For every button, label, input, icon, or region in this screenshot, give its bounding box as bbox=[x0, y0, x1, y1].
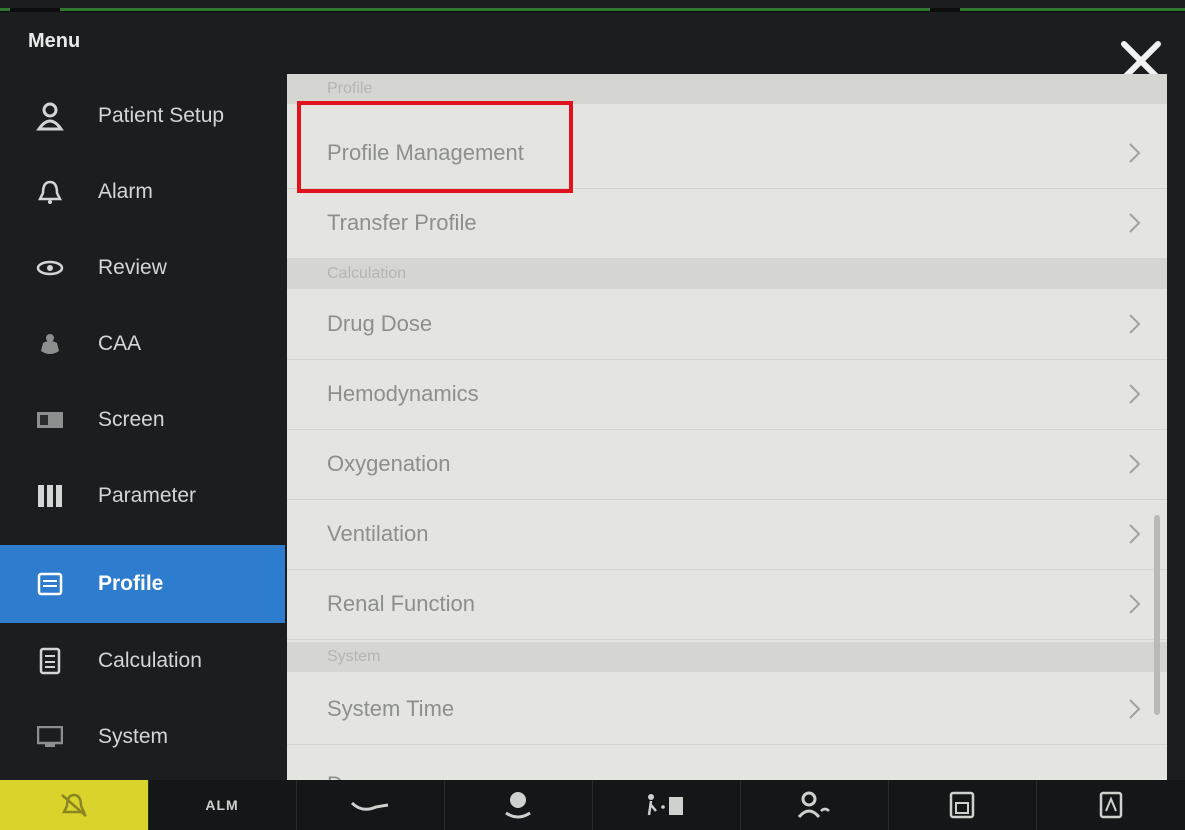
alarm-pause-icon: ALM bbox=[205, 797, 239, 813]
print-icon bbox=[1099, 791, 1122, 819]
chevron-right-icon bbox=[1129, 699, 1141, 719]
save-button[interactable] bbox=[888, 780, 1037, 830]
highlight-box bbox=[297, 101, 573, 193]
sidebar-item-label: Parameter bbox=[98, 484, 197, 507]
sidebar-item-profile[interactable]: Profile bbox=[0, 545, 285, 623]
nibp-button[interactable] bbox=[296, 780, 445, 830]
menu-sidebar: Patient Setup Alarm Review CAA Screen Pa… bbox=[0, 78, 285, 778]
chevron-right-icon bbox=[1129, 213, 1141, 233]
chevron-right-icon bbox=[1129, 524, 1141, 544]
sidebar-item-calculation[interactable]: Calculation bbox=[0, 623, 285, 699]
sidebar-item-label: Patient Setup bbox=[98, 104, 225, 127]
chevron-right-icon bbox=[1129, 143, 1141, 163]
sidebar-item-label: System bbox=[98, 725, 169, 748]
sidebar-item-patient-setup[interactable]: Patient Setup bbox=[0, 78, 285, 154]
row-label: Oxygenation bbox=[327, 451, 451, 476]
sidebar-item-label: Alarm bbox=[98, 180, 153, 203]
section-header-calculation: Calculation bbox=[287, 259, 1167, 289]
menu-title: Menu bbox=[28, 30, 81, 52]
menu-row-ventilation[interactable]: Ventilation bbox=[287, 499, 1167, 570]
sidebar-item-label: Profile bbox=[98, 572, 164, 595]
bell-icon bbox=[32, 174, 68, 210]
chevron-right-icon bbox=[1129, 454, 1141, 474]
row-label: Renal Function bbox=[327, 591, 475, 616]
menu-row-renal-function[interactable]: Renal Function bbox=[287, 569, 1167, 640]
row-label: Hemodynamics bbox=[327, 381, 479, 406]
cardiac-icon bbox=[505, 792, 531, 819]
person-icon bbox=[32, 98, 68, 134]
quick-key-bar: ALM bbox=[0, 780, 1185, 830]
row-label: System Time bbox=[327, 696, 455, 721]
sidebar-item-screen[interactable]: Screen bbox=[0, 382, 285, 458]
row-label: Ventilation bbox=[327, 521, 429, 546]
row-label: Drug Dose bbox=[327, 311, 433, 336]
alarm-pause-button[interactable]: ALM bbox=[148, 780, 297, 830]
save-icon bbox=[949, 791, 975, 819]
sidebar-item-label: Calculation bbox=[98, 649, 202, 672]
monitor-screen: Menu Patient Setup Alarm Review CAA Scre… bbox=[0, 0, 1185, 830]
panel-scrollbar[interactable] bbox=[1154, 515, 1160, 715]
cardiac-button[interactable] bbox=[444, 780, 593, 830]
calculator-icon bbox=[32, 643, 68, 679]
chevron-right-icon bbox=[1129, 384, 1141, 404]
section-header-label: Profile bbox=[327, 80, 373, 97]
sidebar-item-label: Screen bbox=[98, 408, 165, 431]
caa-icon bbox=[32, 326, 68, 362]
review-icon bbox=[32, 250, 68, 286]
patient-transfer-icon bbox=[647, 794, 683, 816]
patient-setup-icon bbox=[797, 791, 830, 819]
alarm-silence-button[interactable] bbox=[0, 780, 149, 830]
chevron-right-icon bbox=[1129, 314, 1141, 334]
sidebar-item-system[interactable]: System bbox=[0, 699, 285, 775]
screen-icon bbox=[32, 402, 68, 438]
sidebar-item-review[interactable]: Review bbox=[0, 230, 285, 306]
nibp-icon bbox=[350, 801, 389, 811]
sidebar-item-label: Review bbox=[98, 256, 167, 279]
section-header-label: System bbox=[327, 648, 381, 665]
system-icon bbox=[32, 719, 68, 755]
waveform-strip bbox=[0, 8, 1185, 12]
section-header-profile: Profile bbox=[287, 74, 1167, 104]
menu-row-system-time[interactable]: System Time bbox=[287, 674, 1167, 745]
sidebar-item-parameter[interactable]: Parameter bbox=[0, 458, 285, 534]
sidebar-item-label: CAA bbox=[98, 332, 142, 355]
chevron-right-icon bbox=[1129, 594, 1141, 614]
patient-transfer-button[interactable] bbox=[592, 780, 741, 830]
sidebar-item-alarm[interactable]: Alarm bbox=[0, 154, 285, 230]
profile-icon bbox=[32, 566, 68, 602]
patient-setup-button[interactable] bbox=[740, 780, 889, 830]
section-header-system: System bbox=[287, 642, 1167, 672]
row-label: Transfer Profile bbox=[327, 210, 477, 235]
sidebar-item-caa[interactable]: CAA bbox=[0, 306, 285, 382]
menu-row-hemodynamics[interactable]: Hemodynamics bbox=[287, 359, 1167, 430]
menu-row-transfer-profile[interactable]: Transfer Profile bbox=[287, 188, 1167, 259]
menu-row-partial[interactable]: Demo bbox=[287, 750, 1167, 782]
menu-row-oxygenation[interactable]: Oxygenation bbox=[287, 429, 1167, 500]
alarm-silence-icon bbox=[61, 793, 87, 817]
menu-row-drug-dose[interactable]: Drug Dose bbox=[287, 289, 1167, 360]
section-header-label: Calculation bbox=[327, 265, 407, 282]
print-button[interactable] bbox=[1036, 780, 1185, 830]
parameter-icon bbox=[32, 478, 68, 514]
